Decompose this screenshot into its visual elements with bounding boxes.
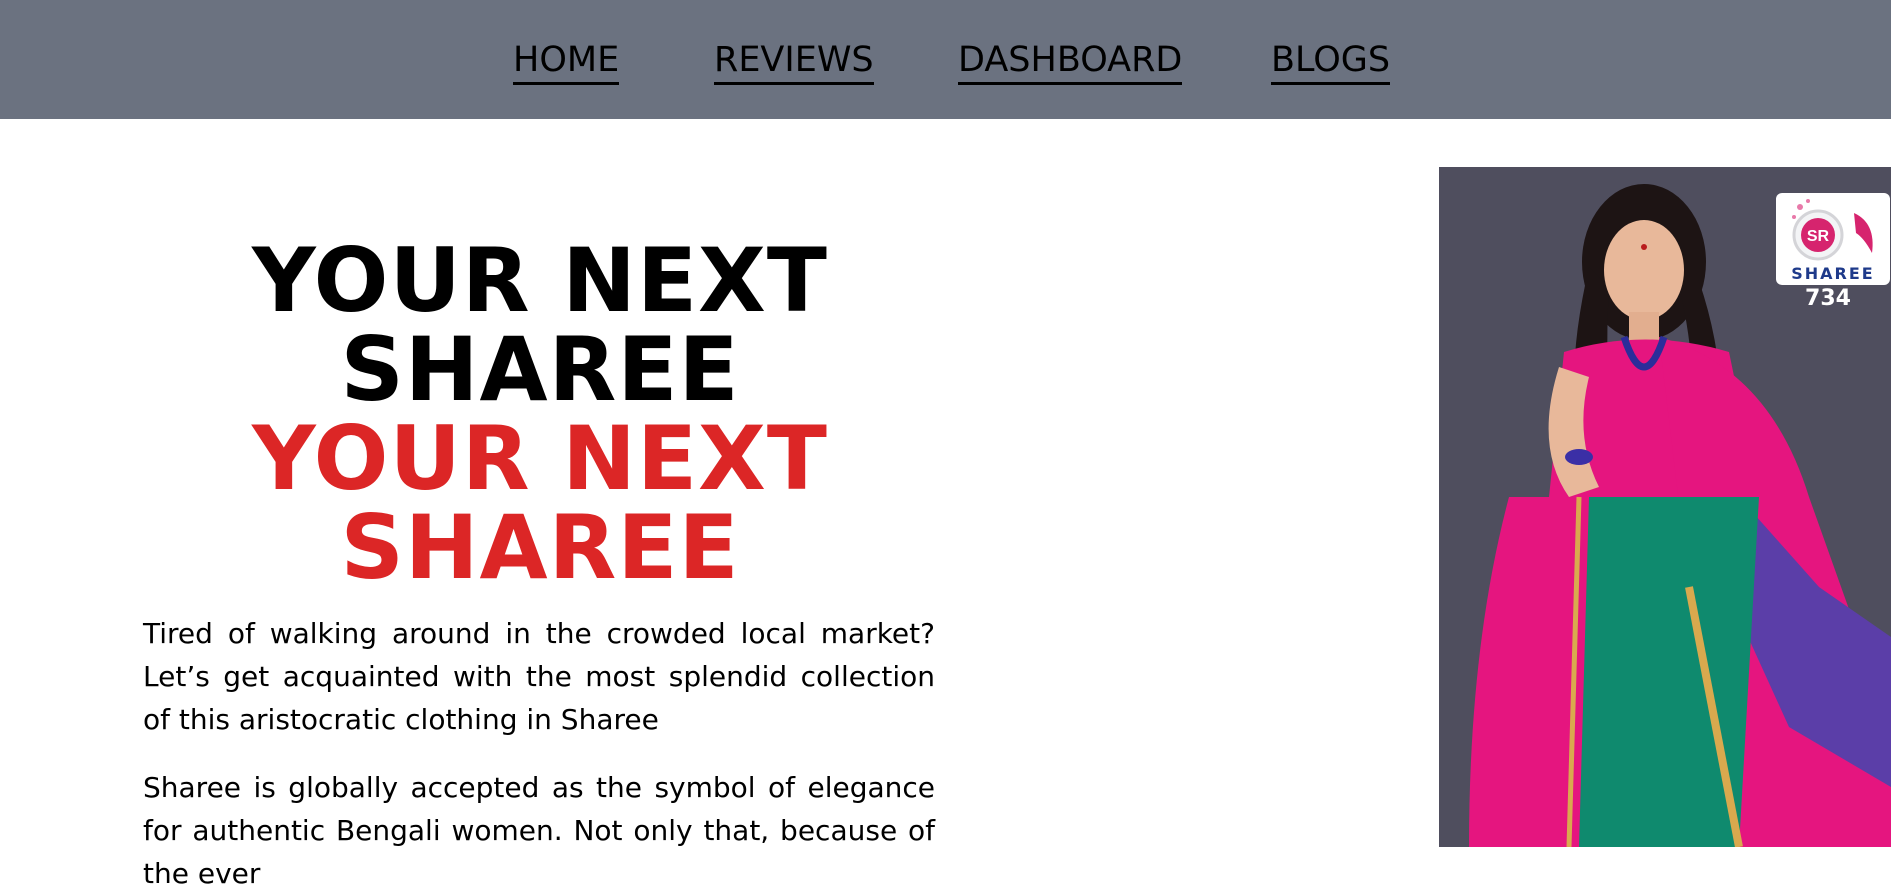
hero-heading-line2: SHAREE	[340, 318, 740, 421]
nav-link-home[interactable]: HOME	[513, 38, 620, 85]
nav-link-dashboard[interactable]: DASHBOARD	[958, 38, 1183, 85]
brand-logo-text: SHAREE	[1791, 264, 1875, 283]
hero-heading-accent: YOUR NEXT SHAREE	[150, 414, 930, 592]
top-nav-bar: HOME REVIEWS DASHBOARD BLOGS	[0, 0, 1891, 119]
nav-link-blogs[interactable]: BLOGS	[1271, 38, 1391, 85]
hero-heading-accent-line2: SHAREE	[340, 496, 740, 599]
brand-logo-icon: SR	[1792, 199, 1873, 261]
hero-heading: YOUR NEXT SHAREE	[150, 236, 930, 414]
brand-logo: SR SHAREE	[1776, 193, 1890, 285]
hero-heading-accent-line1: YOUR NEXT	[252, 407, 828, 510]
hero-heading-line1: YOUR NEXT	[252, 229, 828, 332]
nav-link-reviews[interactable]: REVIEWS	[714, 38, 874, 85]
brand-logo-monogram: SR	[1807, 228, 1830, 245]
hero-intro-paragraph: Tired of walking around in the crowded l…	[143, 617, 935, 736]
hero-description-paragraph: Sharee is globally accepted as the symbo…	[143, 771, 935, 890]
product-code-label: 734	[1805, 286, 1851, 311]
